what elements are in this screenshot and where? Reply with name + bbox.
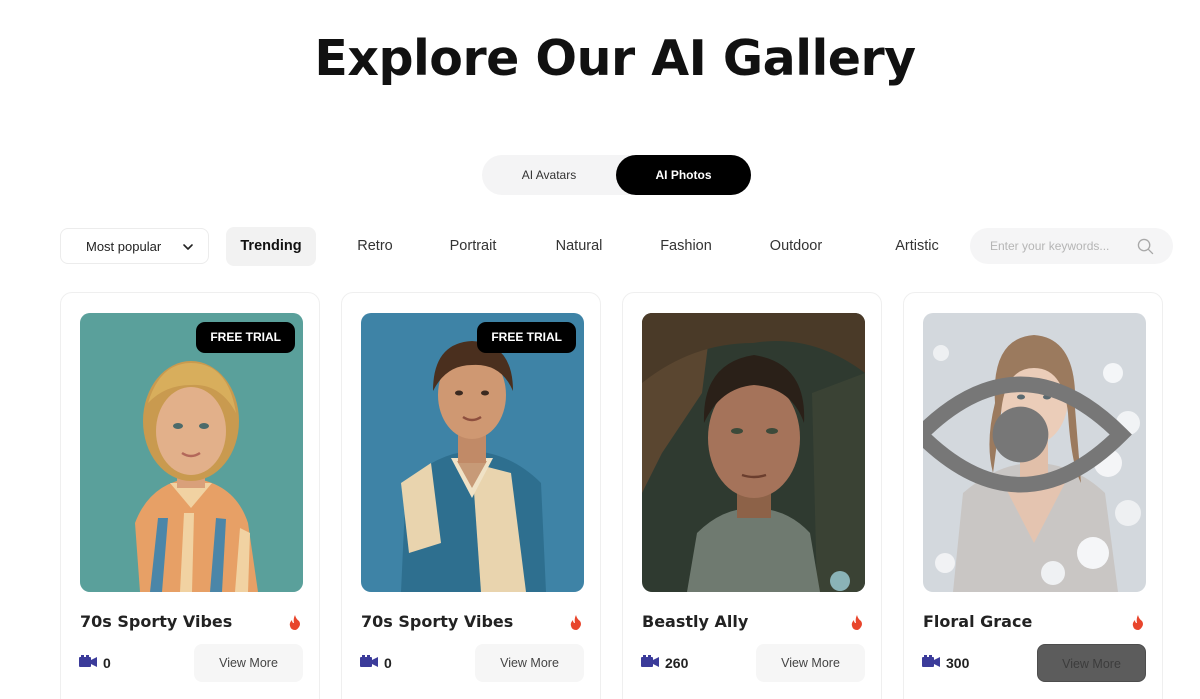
film-icon	[922, 655, 940, 667]
category-fashion[interactable]: Fashion	[649, 227, 723, 266]
category-natural[interactable]: Natural	[543, 227, 615, 266]
view-more-button[interactable]: View More	[756, 644, 865, 682]
search-box	[970, 228, 1173, 264]
portrait-image	[642, 313, 865, 592]
chevron-down-icon	[183, 244, 193, 250]
gallery-card[interactable]: FREE TRIAL 70s Sporty Vibes 0 View More	[341, 292, 601, 699]
sort-selected-label: Most popular	[86, 239, 162, 254]
film-icon	[360, 655, 378, 667]
eye-icon[interactable]	[923, 313, 1132, 574]
card-photo[interactable]: FREE TRIAL	[80, 313, 303, 592]
category-trending[interactable]: Trending	[226, 227, 316, 266]
sort-dropdown[interactable]: Most popular	[60, 228, 209, 264]
film-icon	[79, 655, 97, 667]
view-more-button[interactable]: View More	[475, 644, 584, 682]
search-input[interactable]	[990, 228, 1140, 264]
usage-count: 0	[103, 655, 111, 671]
card-photo[interactable]	[923, 313, 1146, 592]
usage-count: 0	[384, 655, 392, 671]
usage-count: 300	[946, 655, 970, 671]
gallery-card[interactable]: Beastly Ally 260 View More	[622, 292, 882, 699]
card-photo[interactable]: FREE TRIAL	[361, 313, 584, 592]
tab-ai-photos[interactable]: AI Photos	[616, 155, 751, 195]
search-icon[interactable]	[1137, 238, 1154, 255]
tab-ai-avatars[interactable]: AI Avatars	[482, 155, 616, 195]
view-more-button[interactable]: View More	[1037, 644, 1146, 682]
film-icon	[641, 655, 659, 667]
gallery-card[interactable]: FREE TRIAL 70s Sporty Vibes 0 View More	[60, 292, 320, 699]
card-title: 70s Sporty Vibes	[361, 612, 514, 631]
usage-count: 260	[665, 655, 689, 671]
fire-icon	[570, 615, 581, 630]
category-outdoor[interactable]: Outdoor	[757, 227, 835, 266]
fire-icon	[289, 615, 300, 630]
fire-icon	[1132, 615, 1143, 630]
fire-icon	[851, 615, 862, 630]
category-portrait[interactable]: Portrait	[438, 227, 508, 266]
portrait-image	[361, 313, 584, 592]
view-more-button[interactable]: View More	[194, 644, 303, 682]
card-title: Floral Grace	[923, 612, 1033, 631]
card-title: 70s Sporty Vibes	[80, 612, 233, 631]
mode-tab-switch: AI Avatars AI Photos	[482, 155, 751, 195]
portrait-image	[80, 313, 303, 592]
card-title: Beastly Ally	[642, 612, 749, 631]
gallery-card[interactable]: Floral Grace 300 View More	[903, 292, 1163, 699]
card-photo[interactable]	[642, 313, 865, 592]
page-title: Explore Our AI Gallery	[314, 30, 916, 87]
category-retro[interactable]: Retro	[345, 227, 405, 266]
free-trial-badge: FREE TRIAL	[196, 322, 295, 353]
free-trial-badge: FREE TRIAL	[477, 322, 576, 353]
category-artistic[interactable]: Artistic	[882, 227, 952, 266]
